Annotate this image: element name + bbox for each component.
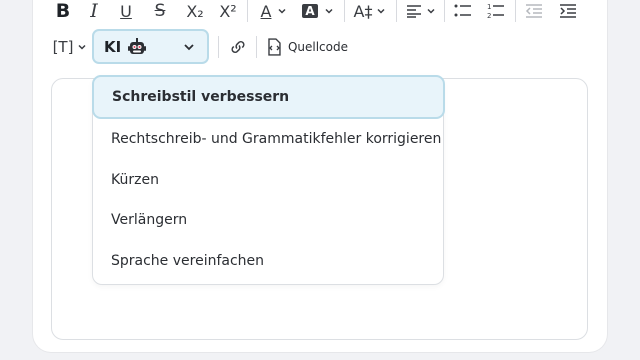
- numbered-list-button[interactable]: 12: [485, 0, 507, 22]
- menu-item-lengthen[interactable]: Verlängern: [93, 200, 443, 240]
- bullet-list-icon: [454, 4, 471, 17]
- highlight-icon: A: [302, 4, 318, 18]
- toolbar-separator: [256, 36, 257, 58]
- outdent-icon: [525, 4, 542, 18]
- menu-item-shorten[interactable]: Kürzen: [93, 160, 443, 200]
- bullet-list-button[interactable]: [452, 0, 474, 22]
- menu-item-label: Sprache vereinfachen: [111, 253, 265, 269]
- chevron-down-icon: [377, 8, 385, 14]
- toolbar-separator: [344, 0, 345, 22]
- link-icon: [231, 40, 245, 54]
- menu-item-label: Verlängern: [111, 212, 188, 228]
- menu-item-label: Rechtschreib- und Grammatikfehler korrig…: [111, 131, 442, 147]
- source-code-icon: [268, 38, 281, 56]
- highlight-color-button[interactable]: A: [298, 0, 338, 22]
- underline-label: U: [120, 1, 132, 21]
- superscript-button[interactable]: X²: [215, 0, 241, 22]
- bold-label: B: [55, 0, 71, 22]
- strikethrough-label: S: [154, 1, 166, 21]
- menu-item-label: Kürzen: [111, 172, 159, 188]
- italic-label: I: [90, 0, 98, 22]
- svg-text:1: 1: [487, 3, 491, 11]
- toolbar-separator: [396, 0, 397, 22]
- source-code-label: Quellcode: [287, 40, 348, 54]
- indent-icon: [560, 4, 576, 18]
- menu-item-simplify-language[interactable]: Sprache vereinfachen: [93, 241, 443, 281]
- menu-item-label: Schreibstil verbessern: [112, 89, 290, 105]
- ai-actions-menu: Schreibstil verbessern Rechtschreib- und…: [92, 75, 445, 285]
- subscript-button[interactable]: X₂: [182, 0, 208, 22]
- chevron-down-icon: [78, 44, 86, 50]
- font-size-button[interactable]: A‡: [350, 0, 390, 22]
- ai-assistant-dropdown[interactable]: KI: [92, 29, 209, 64]
- chevron-down-icon: [427, 8, 435, 14]
- chevron-down-icon: [325, 8, 333, 14]
- menu-item-fix-spelling-grammar[interactable]: Rechtschreib- und Grammatikfehler korrig…: [93, 119, 443, 159]
- robot-icon: [128, 37, 147, 54]
- subscript-label: X₂: [186, 1, 204, 21]
- strikethrough-button[interactable]: S: [150, 0, 170, 22]
- align-button[interactable]: [403, 0, 439, 22]
- link-button[interactable]: [227, 36, 249, 58]
- ai-dropdown-label: KI: [104, 37, 122, 56]
- placeholder-button[interactable]: [T]: [50, 36, 90, 58]
- superscript-label: X²: [219, 1, 237, 21]
- chevron-down-icon: [184, 44, 194, 51]
- font-color-icon: A: [260, 1, 272, 21]
- toolbar-separator: [247, 0, 248, 22]
- align-left-icon: [407, 5, 421, 18]
- bold-button[interactable]: B: [52, 0, 74, 22]
- font-color-button[interactable]: A: [254, 0, 294, 22]
- toolbar-separator: [515, 0, 516, 22]
- underline-button[interactable]: U: [116, 0, 136, 22]
- toolbar-separator: [218, 36, 219, 58]
- source-code-button[interactable]: Quellcode: [264, 36, 348, 58]
- toolbar-separator: [444, 0, 445, 22]
- indent-button[interactable]: [557, 0, 579, 22]
- menu-item-improve-style[interactable]: Schreibstil verbessern: [92, 75, 445, 119]
- italic-button[interactable]: I: [84, 0, 104, 22]
- outdent-button[interactable]: [523, 0, 545, 22]
- chevron-down-icon: [278, 8, 286, 14]
- numbered-list-icon: 12: [487, 3, 504, 20]
- placeholder-label: [T]: [52, 38, 74, 56]
- svg-text:2: 2: [487, 12, 491, 20]
- font-size-icon: A‡: [353, 1, 373, 21]
